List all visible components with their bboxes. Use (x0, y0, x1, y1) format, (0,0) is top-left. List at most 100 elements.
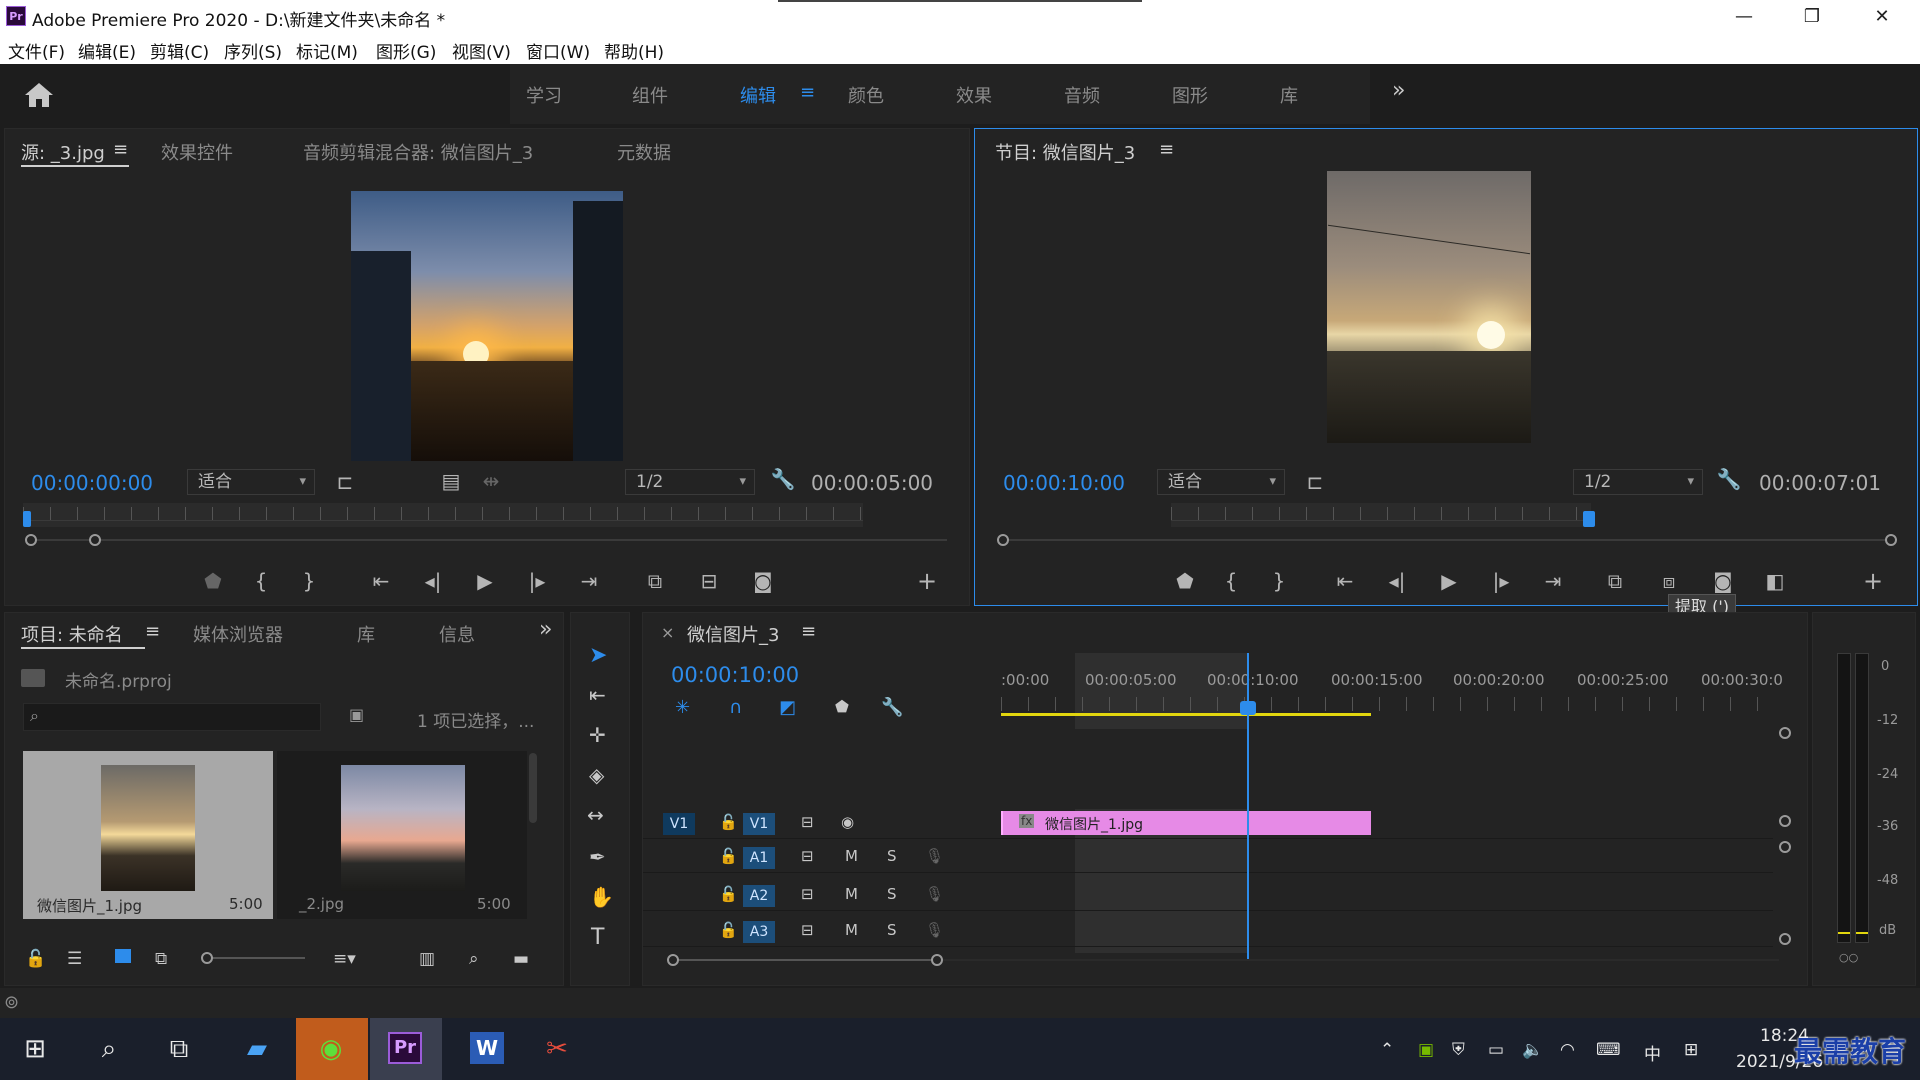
slip-tool-icon[interactable]: ↔ (587, 803, 604, 827)
solo-button[interactable]: S (887, 921, 897, 939)
add-marker-icon[interactable]: ⬟ (199, 569, 227, 593)
video-clip[interactable]: fx 微信图片_1.jpg (1001, 811, 1371, 835)
search-icon[interactable]: ⌕ (86, 1028, 132, 1070)
minimize-button[interactable]: — (1724, 4, 1764, 30)
screenshot-tool-icon[interactable]: ✂ (534, 1028, 580, 1070)
timeline-playhead[interactable] (1240, 701, 1256, 715)
wechat-taskbar-button[interactable]: ◉ (296, 1018, 368, 1080)
source-scrubber[interactable] (23, 503, 863, 527)
work-area-bar[interactable] (1001, 713, 1371, 716)
restore-button[interactable]: ❐ (1792, 4, 1832, 30)
project-item[interactable]: _2.jpg 5:00 (277, 751, 527, 919)
menu-sequence[interactable]: 序列(S) (224, 38, 282, 63)
sort-icon[interactable]: ≡▾ (333, 949, 356, 969)
source-playhead[interactable] (23, 511, 31, 527)
premiere-taskbar-button[interactable]: Pr (370, 1018, 442, 1080)
keyboard-icon[interactable]: ⌨ (1596, 1040, 1621, 1060)
timeline-timecode[interactable]: 00:00:10:00 (671, 663, 799, 687)
button-editor-plus-icon[interactable]: + (1859, 569, 1887, 593)
program-fit-dropdown[interactable]: 适合 ▾ (1157, 469, 1285, 495)
timeline-zoom-handle-right[interactable] (931, 954, 943, 966)
microphone-icon[interactable]: 🎙 (925, 921, 944, 939)
mute-button[interactable]: M (845, 921, 858, 939)
tab-assembly[interactable]: 组件 (632, 82, 668, 108)
word-taskbar-button[interactable]: W (452, 1018, 524, 1080)
menu-graphics[interactable]: 图形(G) (376, 38, 436, 63)
zoom-handle-left[interactable] (997, 534, 1009, 546)
tab-info[interactable]: 信息 (439, 621, 475, 647)
panel-menu-icon[interactable]: ≡ (113, 139, 128, 160)
button-editor-plus-icon[interactable]: + (913, 569, 941, 593)
more-panels-icon[interactable]: » (539, 617, 552, 642)
mark-in-icon[interactable]: { (1217, 569, 1245, 593)
mute-button[interactable]: M (845, 847, 858, 865)
sync-lock-icon[interactable]: ⊟ (801, 921, 814, 939)
sync-lock-icon[interactable]: ⊟ (801, 847, 814, 865)
menu-marker[interactable]: 标记(M) (296, 38, 358, 63)
mute-button[interactable]: M (845, 885, 858, 903)
find-icon[interactable]: ⌕ (469, 949, 479, 969)
tab-editing-menu-icon[interactable]: ≡ (800, 82, 815, 103)
tab-effects[interactable]: 效果 (956, 82, 992, 108)
pen-tool-icon[interactable]: ✒ (589, 845, 606, 869)
source-patch-v1[interactable]: V1 (663, 813, 695, 835)
track-select-tool-icon[interactable]: ⇤ (589, 683, 606, 707)
menu-window[interactable]: 窗口(W) (526, 38, 590, 63)
ime-layout-icon[interactable]: ⊞ (1684, 1040, 1698, 1060)
solo-button[interactable]: S (887, 885, 897, 903)
source-fit-dropdown[interactable]: 适合 ▾ (187, 469, 315, 495)
step-forward-icon[interactable]: |▸ (1487, 569, 1515, 593)
project-scrollbar[interactable] (529, 753, 537, 823)
step-back-icon[interactable]: ◂| (1383, 569, 1411, 593)
timeline-settings-wrench-icon[interactable]: 🔧 (881, 697, 903, 718)
export-frame-camera-icon[interactable]: ◙ (1709, 569, 1737, 593)
lock-icon[interactable]: 🔓 (719, 847, 738, 865)
zoom-slider[interactable] (203, 957, 305, 959)
razor-tool-icon[interactable]: ◈ (589, 763, 604, 787)
go-to-out-icon[interactable]: ⇥ (575, 569, 603, 593)
time-ruler[interactable]: :00:00 00:00:05:00 00:00:10:00 00:00:15:… (1001, 653, 1789, 729)
tab-audio-clip-mixer[interactable]: 音频剪辑混合器: 微信图片_3 (303, 139, 533, 165)
go-to-out-icon[interactable]: ⇥ (1539, 569, 1567, 593)
comparison-view-icon[interactable]: ◧ (1761, 569, 1789, 593)
menu-help[interactable]: 帮助(H) (604, 38, 664, 63)
project-item[interactable]: 微信图片_1.jpg 5:00 (23, 751, 273, 919)
track-target-a2[interactable]: A2 (743, 885, 775, 907)
program-playhead[interactable] (1583, 511, 1595, 527)
nvidia-icon[interactable]: ▣ (1418, 1040, 1434, 1060)
solo-left-icon[interactable]: ○○ (1839, 951, 1858, 964)
vertical-zoom-handle[interactable] (1779, 933, 1791, 945)
source-resolution-dropdown[interactable]: 1/2 ▾ (625, 469, 755, 495)
ripple-edit-tool-icon[interactable]: ✛ (589, 723, 606, 747)
overwrite-icon[interactable]: ⊟ (695, 569, 723, 593)
hand-tool-icon[interactable]: ✋ (589, 885, 614, 909)
tab-libraries[interactable]: 库 (357, 621, 375, 647)
nest-toggle-icon[interactable]: ✳ (675, 697, 690, 718)
menu-clip[interactable]: 剪辑(C) (150, 38, 209, 63)
step-back-icon[interactable]: ◂| (419, 569, 447, 593)
go-to-in-icon[interactable]: ⇤ (367, 569, 395, 593)
project-search-input[interactable]: ⌕ (23, 703, 321, 731)
mark-out-icon[interactable]: } (295, 569, 323, 593)
sync-lock-icon[interactable]: ⊟ (801, 885, 814, 903)
linked-selection-icon[interactable]: ◩ (779, 697, 796, 718)
task-view-icon[interactable]: ⧉ (156, 1028, 202, 1070)
zoom-handle-left[interactable] (25, 534, 37, 546)
timeline-zoom-bar[interactable] (673, 959, 935, 961)
home-icon[interactable] (22, 80, 56, 110)
lock-icon[interactable]: 🔓 (719, 813, 738, 831)
safe-margins-icon[interactable]: ⊏ (331, 470, 359, 494)
vertical-zoom-handle[interactable] (1779, 727, 1791, 739)
wifi-icon[interactable]: ◠ (1560, 1040, 1575, 1060)
source-playhead-timecode[interactable]: 00:00:00:00 (31, 471, 153, 495)
settings-wrench-icon[interactable]: 🔧 (769, 467, 797, 491)
sync-lock-icon[interactable]: ⊟ (801, 813, 814, 831)
timeline-playhead-line[interactable] (1247, 653, 1249, 959)
program-resolution-dropdown[interactable]: 1/2 ▾ (1573, 469, 1703, 495)
tab-source[interactable]: 源: _3.jpg (21, 139, 105, 165)
snap-magnet-icon[interactable]: ∩ (729, 697, 742, 718)
volume-icon[interactable]: 🔈 (1522, 1040, 1543, 1060)
tray-overflow-icon[interactable]: ⌃ (1380, 1040, 1394, 1060)
menu-file[interactable]: 文件(F) (8, 38, 65, 63)
settings-wrench-icon[interactable]: 🔧 (1715, 467, 1743, 491)
